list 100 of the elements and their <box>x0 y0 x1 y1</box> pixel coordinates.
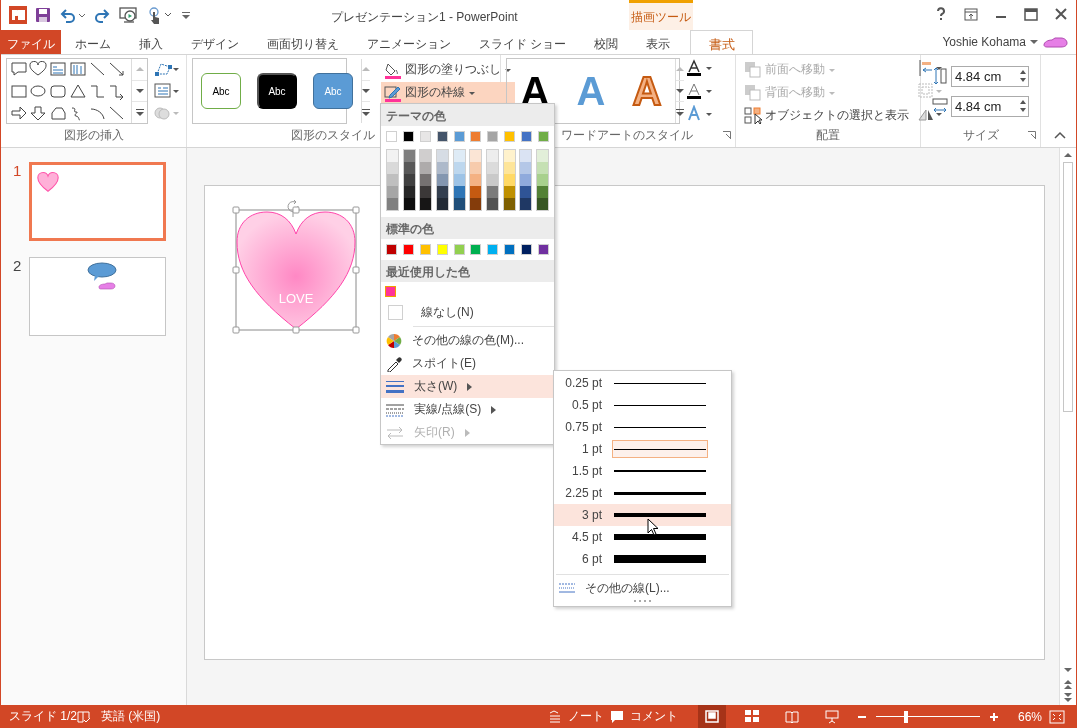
color-swatch[interactable] <box>470 131 482 142</box>
spinner-icon[interactable] <box>1018 68 1028 84</box>
rotate-handle[interactable] <box>285 199 301 217</box>
color-swatch[interactable] <box>486 162 498 174</box>
view-button[interactable] <box>697 705 726 728</box>
color-swatch[interactable] <box>520 162 532 174</box>
color-swatch[interactable] <box>387 150 398 162</box>
line-weight-option[interactable]: 0.75 pt <box>554 416 731 438</box>
notes-button[interactable]: ノート <box>567 708 604 725</box>
redo-icon[interactable] <box>93 7 111 23</box>
touch-mode-icon[interactable] <box>147 6 173 24</box>
color-swatch[interactable] <box>504 131 516 142</box>
scroll-down-icon[interactable] <box>135 88 144 94</box>
color-swatch[interactable] <box>385 286 396 297</box>
height-field[interactable]: 4.84 cm <box>951 65 1029 87</box>
color-swatch[interactable] <box>453 131 465 142</box>
color-swatch[interactable] <box>436 131 448 142</box>
undo-icon[interactable] <box>59 7 85 23</box>
color-swatch[interactable] <box>387 186 398 198</box>
text-box-icon[interactable] <box>154 83 180 99</box>
color-swatch[interactable] <box>536 150 548 162</box>
menu-item[interactable]: スポイト(E) <box>381 352 554 375</box>
shape-style-option[interactable]: Abc <box>201 73 241 109</box>
scrollbar-thumb[interactable] <box>1063 162 1073 412</box>
color-swatch[interactable] <box>470 150 482 162</box>
zoom-slider-thumb[interactable] <box>904 710 909 723</box>
color-swatch[interactable] <box>520 186 532 198</box>
color-swatch[interactable] <box>537 131 549 142</box>
color-swatch[interactable] <box>520 174 532 186</box>
color-swatch[interactable] <box>436 162 448 174</box>
color-swatch[interactable] <box>521 131 532 142</box>
color-swatch[interactable] <box>470 244 482 255</box>
ribbon-tab[interactable]: デザイン <box>177 30 253 54</box>
color-swatch[interactable] <box>453 150 465 162</box>
arrange-button[interactable]: オブジェクトの選択と表示 <box>741 105 912 126</box>
more-icon[interactable] <box>135 108 144 117</box>
color-swatch[interactable] <box>387 162 398 174</box>
color-swatch[interactable] <box>521 244 532 255</box>
fit-to-window-icon[interactable] <box>1048 708 1066 725</box>
color-swatch[interactable] <box>436 244 448 255</box>
color-swatch[interactable] <box>536 174 548 186</box>
color-swatch[interactable] <box>402 131 414 142</box>
color-swatch[interactable] <box>387 198 398 210</box>
dialog-launcher-icon[interactable] <box>723 131 731 139</box>
color-swatch[interactable] <box>536 198 548 210</box>
shape-outline-button[interactable]: 図形の枠線 <box>381 82 515 103</box>
ribbon-tab[interactable]: スライド ショー <box>465 30 581 54</box>
ribbon-tab[interactable]: 表示 <box>632 30 685 54</box>
menu-item[interactable]: 太さ(W) <box>381 375 554 398</box>
color-swatch[interactable] <box>486 198 498 210</box>
dropdown-caret-icon[interactable] <box>1030 39 1038 45</box>
text-fill-icon[interactable] <box>686 59 714 77</box>
color-swatch[interactable] <box>453 162 465 174</box>
line-weight-option[interactable]: 6 pt <box>554 548 731 570</box>
line-weight-option[interactable]: 4.5 pt <box>554 526 731 548</box>
heart-shape[interactable] <box>231 205 361 335</box>
line-weight-option[interactable]: 1 pt <box>554 438 731 460</box>
color-swatch[interactable] <box>420 162 432 174</box>
color-swatch[interactable] <box>520 150 532 162</box>
color-swatch[interactable] <box>536 186 548 198</box>
slide-thumbnail[interactable] <box>29 162 166 241</box>
comment-icon[interactable] <box>609 709 624 724</box>
shape-style-option[interactable]: Abc <box>257 73 297 109</box>
color-swatch[interactable] <box>537 244 549 255</box>
color-swatch[interactable] <box>503 186 515 198</box>
line-weight-option[interactable]: 3 pt <box>554 504 731 526</box>
color-swatch[interactable] <box>470 174 482 186</box>
slide-thumbnail[interactable] <box>29 257 166 336</box>
color-swatch[interactable] <box>386 131 397 142</box>
menu-item[interactable]: その他の線(L)... <box>554 577 731 599</box>
color-swatch[interactable] <box>403 174 415 186</box>
spelling-check-icon[interactable] <box>77 709 91 724</box>
color-swatch[interactable] <box>419 131 431 142</box>
color-swatch[interactable] <box>420 150 432 162</box>
ribbon-tab[interactable]: アニメーション <box>353 30 465 54</box>
spinner-icon[interactable] <box>1018 98 1028 114</box>
color-swatch[interactable] <box>453 174 465 186</box>
color-swatch[interactable] <box>403 150 415 162</box>
zoom-level[interactable]: 66% <box>1017 709 1042 724</box>
color-swatch[interactable] <box>453 244 465 255</box>
color-swatch[interactable] <box>420 186 432 198</box>
edit-shape-icon[interactable] <box>154 61 180 77</box>
scroll-down-icon[interactable] <box>676 88 684 94</box>
user-name[interactable]: Yoshie Kohama <box>942 35 1026 49</box>
color-swatch[interactable] <box>503 162 515 174</box>
color-swatch[interactable] <box>453 186 465 198</box>
ribbon-tab[interactable]: 挿入 <box>125 30 177 54</box>
color-swatch[interactable] <box>470 198 482 210</box>
line-weight-option[interactable]: 0.25 pt <box>554 372 731 394</box>
zoom-in-icon[interactable] <box>989 712 998 721</box>
next-slide-icon[interactable] <box>1063 691 1073 705</box>
save-icon[interactable] <box>35 7 51 23</box>
color-swatch[interactable] <box>520 198 532 210</box>
color-swatch[interactable] <box>470 186 482 198</box>
ribbon-tab[interactable]: ホーム <box>61 30 125 54</box>
menu-item[interactable]: 実線/点線(S) <box>381 398 554 421</box>
ribbon-tab[interactable]: 画面切り替え <box>253 30 353 54</box>
color-swatch[interactable] <box>486 174 498 186</box>
color-swatch[interactable] <box>436 174 448 186</box>
color-swatch[interactable] <box>503 198 515 210</box>
